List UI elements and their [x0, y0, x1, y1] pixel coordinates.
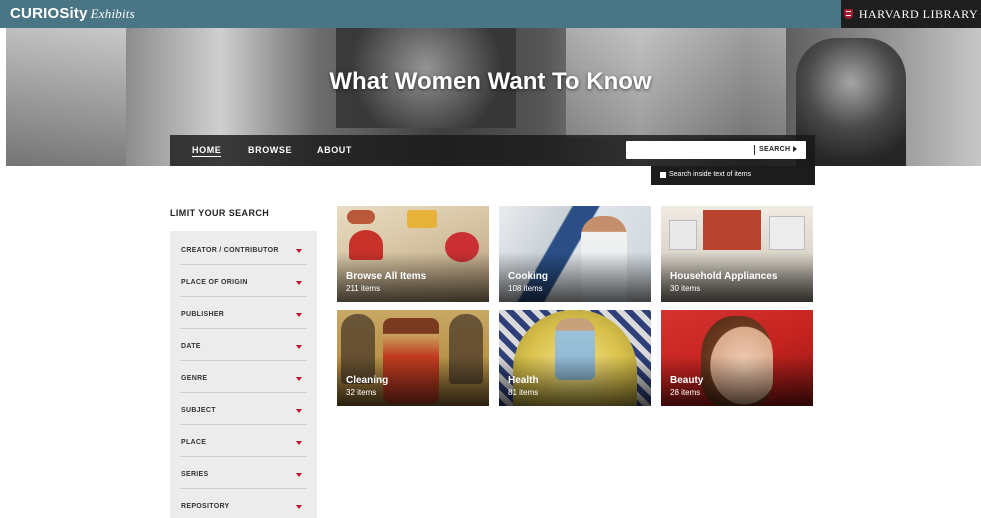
facet-subject[interactable]: SUBJECT — [180, 393, 307, 425]
collection-title: Cooking — [508, 271, 548, 282]
nav-about[interactable]: ABOUT — [317, 145, 352, 155]
facet-label: GENRE — [181, 375, 208, 382]
collection-count: 30 items — [670, 284, 701, 293]
top-bar: CURIOSity Exhibits HARVARD LIBRARY — [0, 0, 981, 28]
collection-tile-household-appliances[interactable]: Household Appliances 30 items — [661, 206, 813, 302]
hero-photo-detail — [6, 28, 126, 166]
caret-down-icon — [296, 281, 302, 285]
caret-down-icon — [296, 505, 302, 509]
facet-list: CREATOR / CONTRIBUTOR PLACE OF ORIGIN PU… — [170, 231, 317, 518]
caret-down-icon — [296, 345, 302, 349]
search-inside-label: Search inside text of items — [669, 171, 752, 178]
facet-label: DATE — [181, 343, 201, 350]
facet-repository[interactable]: REPOSITORY — [180, 489, 307, 518]
collection-count: 32 items — [346, 388, 377, 397]
facet-label: PLACE — [181, 439, 207, 446]
nav-browse[interactable]: BROWSE — [248, 145, 292, 155]
search-input[interactable] — [626, 141, 754, 159]
facet-genre[interactable]: GENRE — [180, 361, 307, 393]
facet-creator-contributor[interactable]: CREATOR / CONTRIBUTOR — [180, 233, 307, 265]
nav-home[interactable]: HOME — [192, 145, 222, 157]
search-divider — [754, 145, 755, 155]
harvard-library-label: HARVARD LIBRARY — [858, 6, 979, 21]
facet-label: CREATOR / CONTRIBUTOR — [181, 247, 279, 254]
search-box: SEARCH — [626, 141, 806, 159]
facet-place-of-origin[interactable]: PLACE OF ORIGIN — [180, 265, 307, 297]
collection-tile-beauty[interactable]: Beauty 28 items — [661, 310, 813, 406]
collection-title: Browse All Items — [346, 271, 427, 282]
facet-label: PLACE OF ORIGIN — [181, 279, 248, 286]
search-button-label: SEARCH — [759, 146, 791, 153]
collection-count: 108 items — [508, 284, 543, 293]
search-inside-checkbox[interactable] — [660, 172, 666, 178]
brand-subtitle: Exhibits — [90, 6, 135, 21]
collection-tile-cleaning[interactable]: Cleaning 32 items — [337, 310, 489, 406]
facet-place[interactable]: PLACE — [180, 425, 307, 457]
collection-title: Household Appliances — [670, 271, 778, 282]
facet-label: SERIES — [181, 471, 209, 478]
caret-down-icon — [296, 313, 302, 317]
collection-count: 28 items — [670, 388, 701, 397]
collection-tile-health[interactable]: Health 81 items — [499, 310, 651, 406]
harvard-library-link[interactable]: HARVARD LIBRARY — [841, 0, 981, 28]
limit-search-heading: LIMIT YOUR SEARCH — [170, 208, 270, 218]
collection-title: Cleaning — [346, 375, 389, 386]
caret-down-icon — [296, 409, 302, 413]
collection-tile-browse-all[interactable]: Browse All Items 211 items — [337, 206, 489, 302]
caret-right-icon — [793, 146, 798, 152]
collection-count: 211 items — [346, 284, 381, 293]
collection-title: Health — [508, 375, 539, 386]
search-button[interactable]: SEARCH — [759, 146, 798, 153]
search-inside-option: Search inside text of items — [651, 166, 815, 185]
collection-count: 81 items — [508, 388, 539, 397]
facet-label: PUBLISHER — [181, 311, 225, 318]
collection-tile-cooking[interactable]: Cooking 108 items — [499, 206, 651, 302]
facet-publisher[interactable]: PUBLISHER — [180, 297, 307, 329]
caret-down-icon — [296, 249, 302, 253]
facet-series[interactable]: SERIES — [180, 457, 307, 489]
site-brand[interactable]: CURIOSity Exhibits — [10, 5, 135, 22]
facet-date[interactable]: DATE — [180, 329, 307, 361]
exhibit-title: What Women Want To Know — [329, 68, 652, 95]
harvard-shield-icon — [843, 9, 853, 19]
collection-title: Beauty — [670, 375, 704, 386]
caret-down-icon — [296, 377, 302, 381]
facet-label: SUBJECT — [181, 407, 216, 414]
caret-down-icon — [296, 441, 302, 445]
facet-label: REPOSITORY — [181, 503, 230, 510]
caret-down-icon — [296, 473, 302, 477]
brand-name: CURIOSity — [10, 5, 88, 22]
